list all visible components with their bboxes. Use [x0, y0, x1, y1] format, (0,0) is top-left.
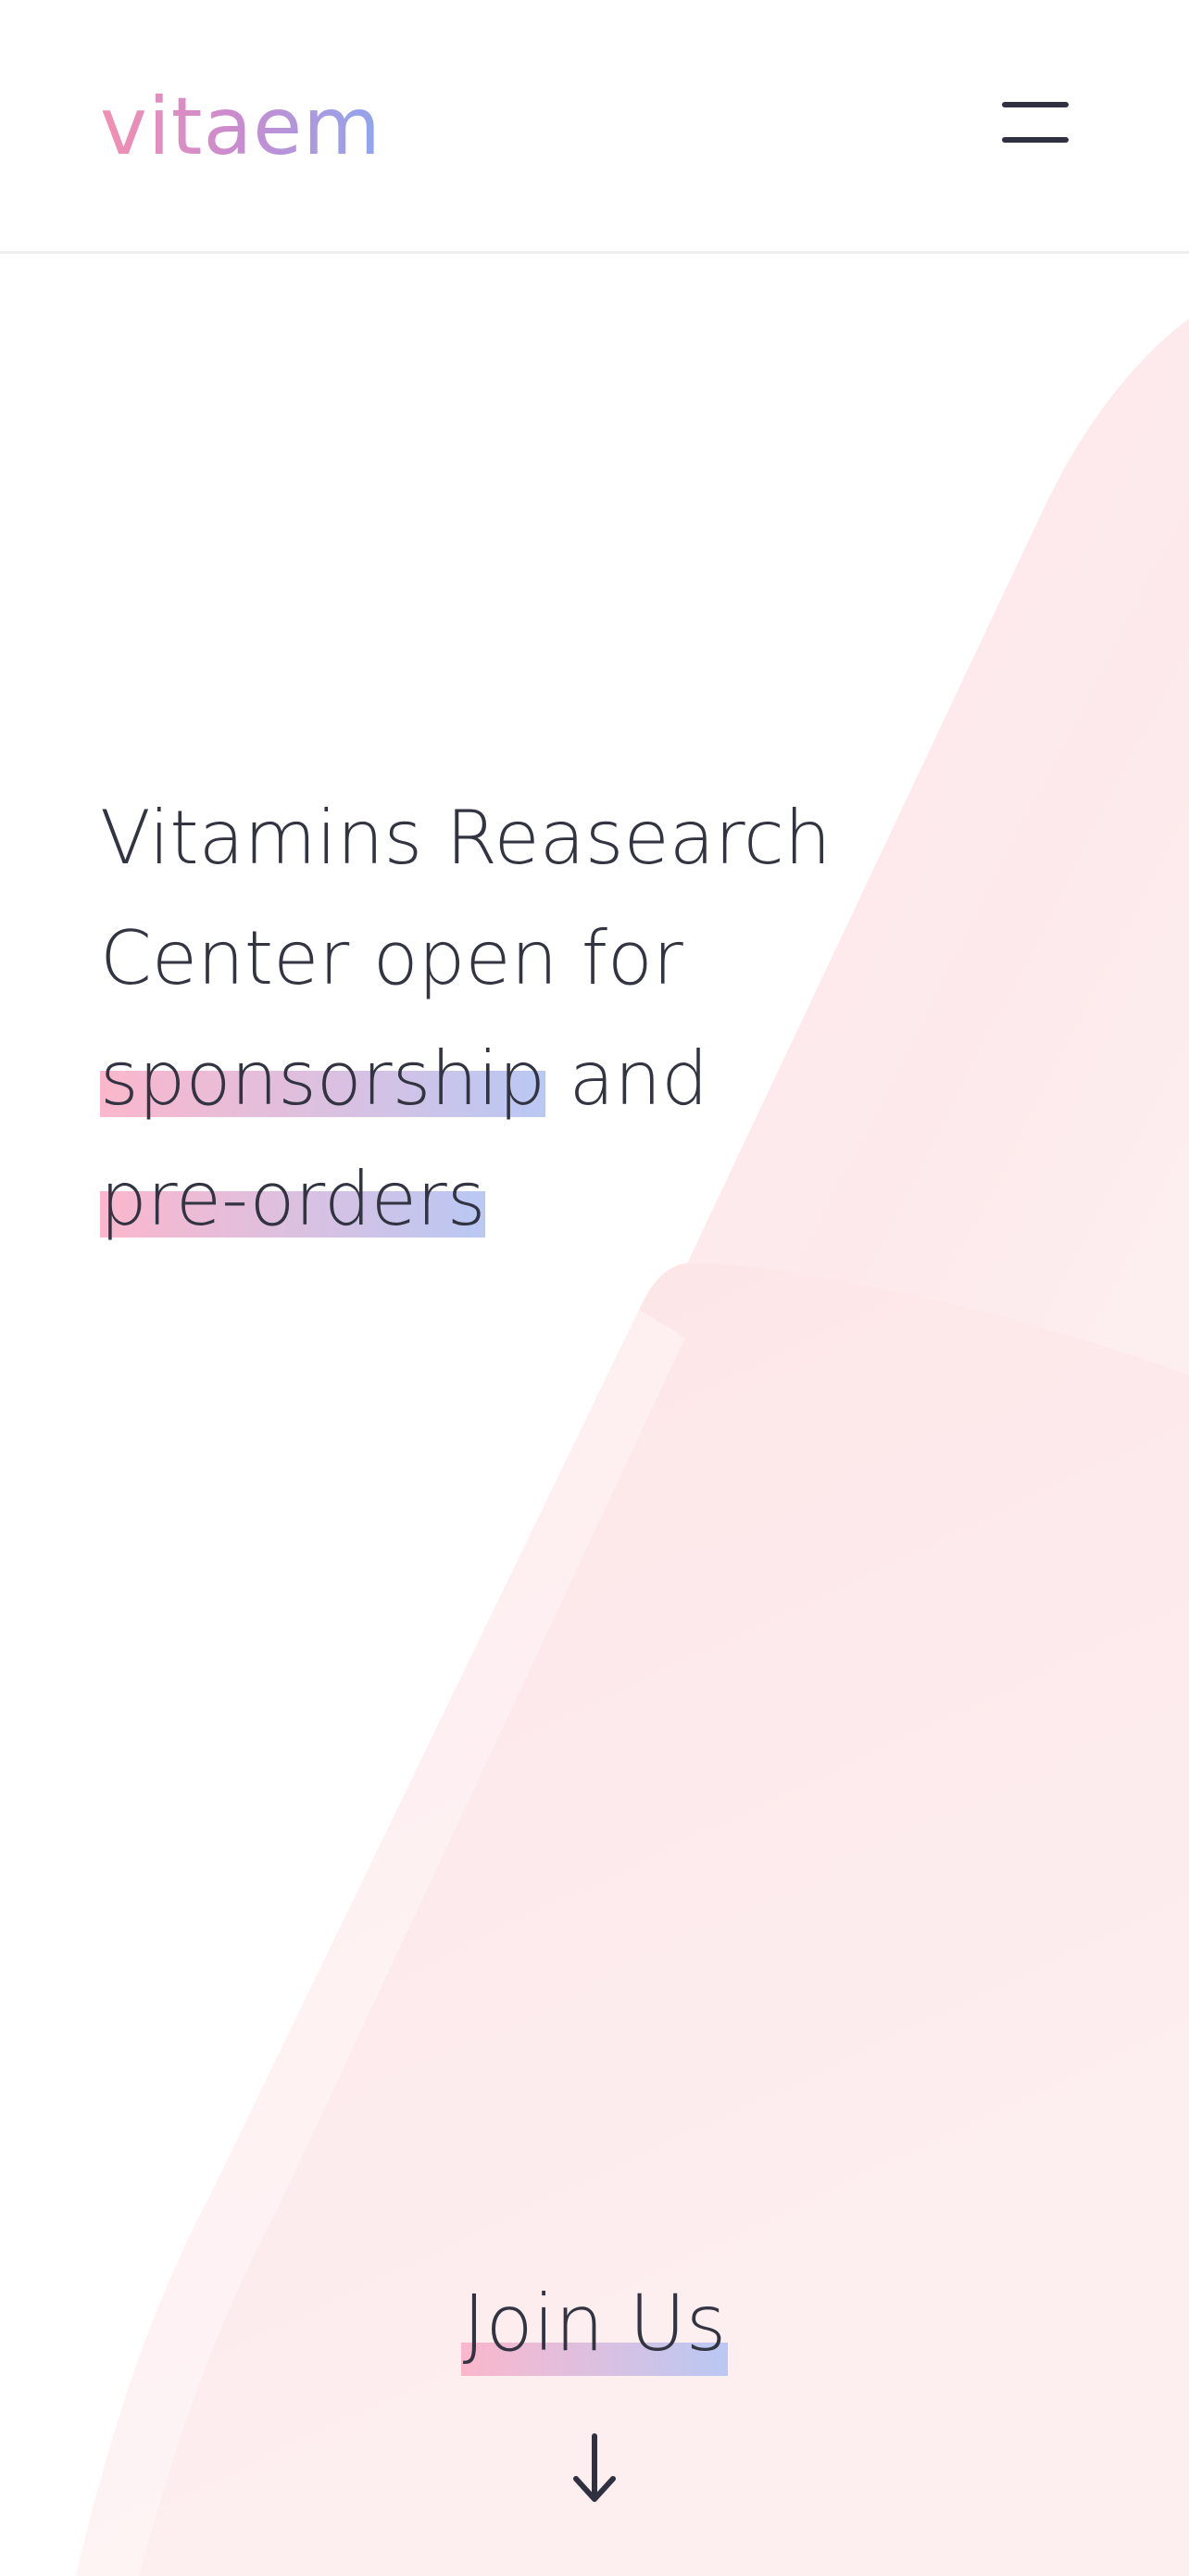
join-us-link[interactable]: Join Us — [460, 2268, 729, 2379]
hero-headline: Vitamins Reasearch Center open for sponsor… — [100, 778, 896, 1260]
menu-line — [1002, 102, 1069, 107]
hamburger-menu-icon[interactable] — [993, 96, 1076, 148]
highlight-pre-orders: pre-orders — [100, 1156, 486, 1242]
hero-line-2: Center open for — [100, 915, 683, 1001]
hero-line-1: Vitamins Reasearch — [100, 795, 832, 881]
decorative-background-shape — [76, 319, 1189, 2576]
hero-connector: and — [545, 1036, 708, 1122]
menu-line — [1002, 137, 1069, 143]
arrow-down-icon[interactable] — [557, 2425, 632, 2508]
site-header: vitaem — [0, 0, 1189, 254]
highlight-sponsorship: sponsorship — [100, 1036, 546, 1122]
site-logo[interactable]: vitaem — [100, 76, 382, 178]
join-section: Join Us — [0, 2268, 1189, 2379]
